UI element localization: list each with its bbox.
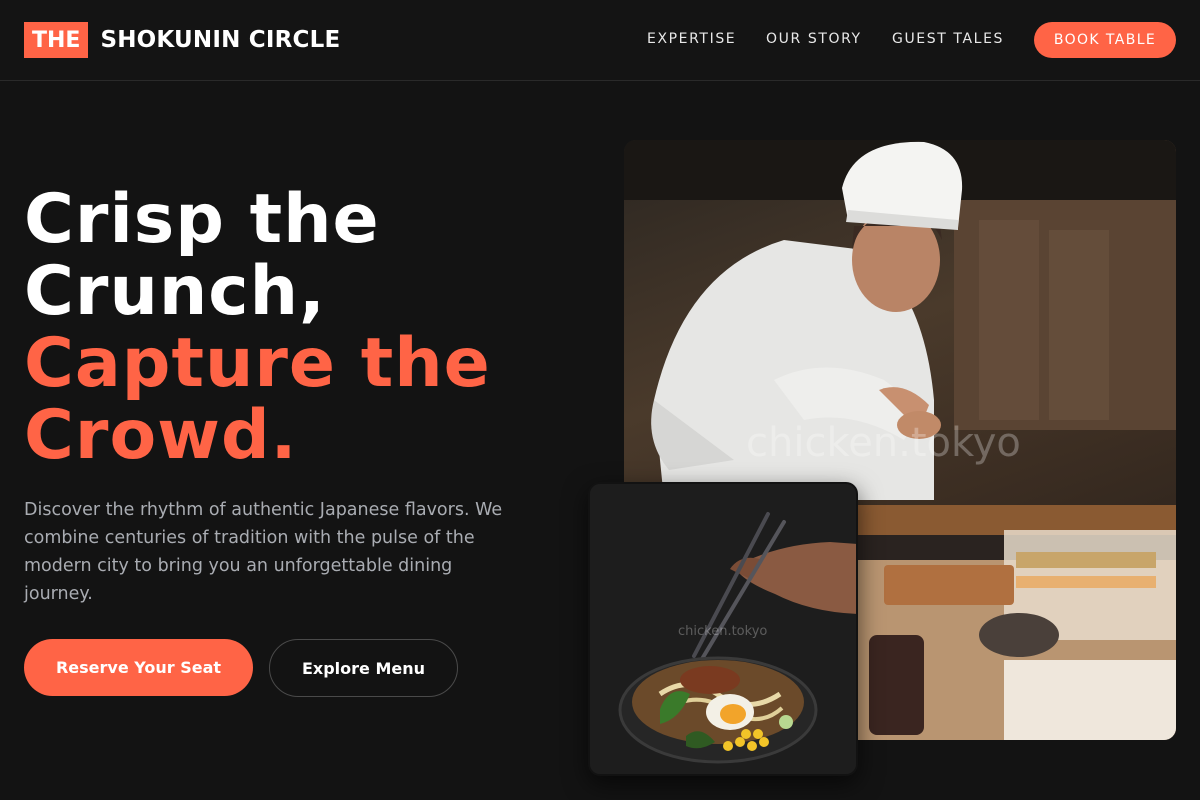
explore-menu-button[interactable]: Explore Menu (269, 639, 458, 697)
nav-link-expertise[interactable]: EXPERTISE (647, 31, 736, 47)
logo-badge: THE (24, 22, 89, 58)
ramen-bowl-photo: chicken.tokyo (588, 482, 858, 776)
reserve-seat-button[interactable]: Reserve Your Seat (24, 639, 253, 696)
hero-title-line: Crisp the (24, 180, 380, 259)
nav-link-our-story[interactable]: OUR STORY (766, 31, 862, 47)
bowl-photo-watermark: chicken.tokyo (678, 624, 768, 639)
hero-description: Discover the rhythm of authentic Japanes… (24, 500, 503, 604)
hero-title: Crisp the Crunch, Capture the Crowd. (24, 184, 491, 472)
hero-title-line: Crunch, (24, 252, 326, 331)
chef-photo-watermark: chicken.tokyo (746, 420, 1021, 466)
hero-title-accent-line: Crowd. (24, 396, 298, 475)
brand-logo[interactable]: THE SHOKUNIN CIRCLE (24, 22, 340, 58)
book-table-button[interactable]: BOOK TABLE (1034, 22, 1176, 58)
site-header: THE SHOKUNIN CIRCLE EXPERTISE OUR STORY … (0, 0, 1200, 81)
hero-title-accent-line: Capture the (24, 324, 491, 403)
brand-name: SHOKUNIN CIRCLE (100, 27, 341, 53)
nav-link-guest-tales[interactable]: GUEST TALES (892, 31, 1004, 47)
